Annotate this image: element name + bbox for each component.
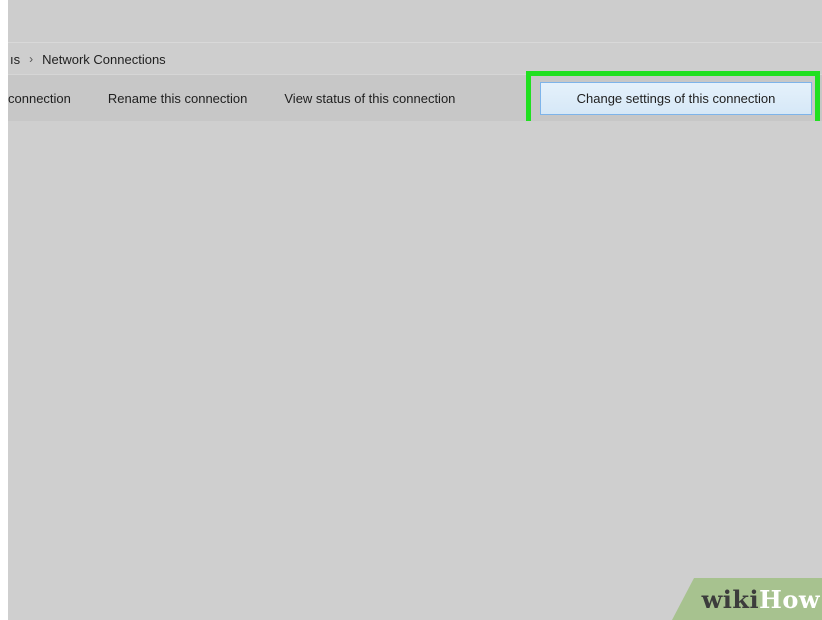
wikihow-watermark: wikiHow	[672, 578, 822, 620]
title-area	[8, 0, 822, 42]
watermark-how-text: How	[759, 585, 820, 614]
watermark-logo: wikiHow	[702, 585, 820, 614]
breadcrumb-network-connections[interactable]: Network Connections	[42, 52, 166, 67]
change-settings-button[interactable]: Change settings of this connection	[540, 82, 812, 115]
breadcrumb-chevron-icon[interactable]: ›	[29, 52, 33, 66]
explorer-window: ıs › Network Connections connection Rena…	[8, 0, 822, 620]
connections-list-area[interactable]	[8, 121, 822, 620]
delete-connection-button[interactable]: connection	[8, 91, 71, 106]
view-status-button[interactable]: View status of this connection	[284, 91, 455, 106]
watermark-wiki-text: wiki	[701, 585, 760, 614]
breadcrumb-previous[interactable]: ıs	[10, 52, 20, 67]
rename-connection-button[interactable]: Rename this connection	[108, 91, 247, 106]
